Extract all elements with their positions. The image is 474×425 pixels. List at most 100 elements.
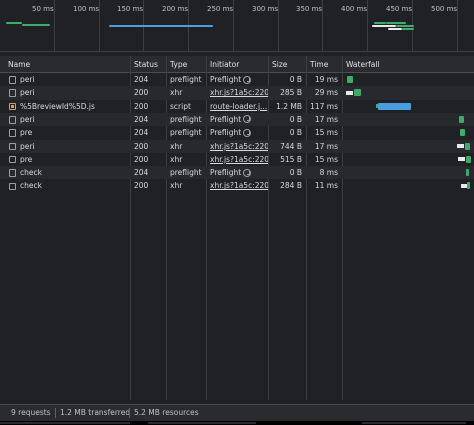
request-type: xhr [170,141,183,151]
request-time: 15 ms [314,154,338,164]
tick-label: 450 ms [386,5,413,13]
overview-bar [396,25,414,27]
request-size: 1.2 MB [276,101,302,111]
network-panel: 50 ms 100 ms 150 ms 200 ms 250 ms 300 ms… [0,0,474,425]
preflight-icon [243,115,252,124]
waterfall-bar [459,115,464,123]
column-header-status[interactable]: Status [130,56,166,73]
request-name: %5BreviewId%5D.js [20,101,95,111]
request-type: xhr [170,154,183,164]
request-time: 15 ms [314,128,338,138]
resources-size: 5.2 MB resources [134,408,199,417]
request-name: pre [20,128,33,138]
overview-bar [386,22,406,24]
overview-timeline[interactable]: 50 ms 100 ms 150 ms 200 ms 250 ms 300 ms… [0,0,474,52]
waterfall-bar [460,129,465,137]
request-size: 284 B [280,181,302,191]
table-header: Name Status Type Initiator Size Time Wat… [0,56,474,73]
table-row[interactable]: pre 204 preflight Preflight 0 B 15 ms [0,126,474,139]
table-row[interactable]: %5BreviewId%5D.js 200 script route-loade… [0,100,474,113]
tick-label: 350 ms [296,5,323,13]
column-header-type[interactable]: Type [166,56,206,73]
table-row[interactable]: peri 200 xhr xhr.js?1a5c:220 285 B 29 ms [0,86,474,100]
request-size: 0 B [289,114,302,124]
overview-bar [22,24,50,26]
request-time: 29 ms [314,88,338,98]
document-icon [9,182,16,191]
table-row[interactable]: check 204 preflight Preflight 0 B 8 ms [0,166,474,180]
preflight-icon [243,128,252,137]
request-type: preflight [170,168,202,178]
document-icon [9,142,16,151]
request-type: preflight [170,114,202,124]
tick-label: 50 ms [32,5,54,13]
document-icon [9,116,16,124]
document-icon [9,169,16,177]
preflight-icon [243,75,252,84]
document-icon [9,155,16,164]
request-time: 8 ms [319,168,338,178]
request-time: 11 ms [314,181,338,191]
request-type: script [170,101,191,111]
table-row[interactable]: peri 200 xhr xhr.js?1a5c:220 744 B 17 ms [0,139,474,153]
request-initiator: Preflight [206,166,268,179]
request-status: 204 [134,128,149,138]
request-time: 17 ms [314,141,338,151]
request-initiator: Preflight [206,73,268,86]
request-status: 200 [134,154,149,164]
request-initiator-link[interactable]: xhr.js?1a5c:220 [206,153,268,166]
tick-line [457,0,458,52]
column-header-time[interactable]: Time [306,56,342,73]
status-bar: 9 requests 1.2 MB transferred 5.2 MB res… [0,404,474,421]
tick-label: 300 ms [252,5,279,13]
overview-bar [388,28,402,30]
transferred-size: 1.2 MB transferred [60,408,131,417]
request-type: xhr [170,181,183,191]
column-header-initiator[interactable]: Initiator [206,56,268,73]
request-size: 515 B [280,154,302,164]
request-size: 285 B [280,88,302,98]
waterfall-bar [466,155,471,163]
request-status: 200 [134,101,149,111]
request-status: 204 [134,114,149,124]
request-initiator: Preflight [206,113,268,126]
tick-label: 400 ms [341,5,368,13]
waterfall-waiting [457,144,464,148]
request-initiator-link[interactable]: route-loader.j... [206,100,268,113]
document-icon [9,89,16,97]
table-row[interactable]: check 200 xhr xhr.js?1a5c:220 284 B 11 m… [0,179,474,192]
request-status: 200 [134,181,149,191]
tick-line [322,0,323,52]
request-type: preflight [170,75,202,84]
table-row[interactable]: pre 200 xhr xhr.js?1a5c:220 515 B 15 ms [0,153,474,166]
tick-line [99,0,100,52]
request-time: 117 ms [310,101,338,111]
request-size: 0 B [289,168,302,178]
document-icon [9,76,16,84]
tick-label: 100 ms [73,5,100,13]
tick-line [278,0,279,52]
table-row[interactable]: peri 204 preflight Preflight 0 B 17 ms [0,112,474,127]
tick-line [233,0,234,52]
overview-bar [6,22,22,24]
request-name: pre [20,154,33,164]
table-row[interactable]: peri 204 preflight Preflight 0 B 19 ms [0,73,474,86]
column-header-waterfall[interactable]: Waterfall [342,56,472,73]
request-type: xhr [170,88,183,98]
waterfall-bar [354,89,361,97]
request-size: 744 B [280,141,302,151]
tick-label: 250 ms [207,5,234,13]
column-header-size[interactable]: Size [268,56,306,73]
request-table: peri 204 preflight Preflight 0 B 19 ms p… [0,73,474,399]
preflight-icon [243,168,252,177]
overview-bar [109,25,213,27]
request-name: peri [20,88,35,98]
tick-label: 500 ms [431,5,458,13]
request-initiator-link[interactable]: xhr.js?1a5c:220 [206,86,268,99]
request-initiator-link[interactable]: xhr.js?1a5c:220 [206,179,268,192]
column-header-name[interactable]: Name [4,56,130,73]
request-initiator-link[interactable]: xhr.js?1a5c:220 [206,140,268,153]
waterfall-bar [466,169,469,177]
script-file-icon [9,102,16,111]
tick-label: 150 ms [117,5,144,13]
